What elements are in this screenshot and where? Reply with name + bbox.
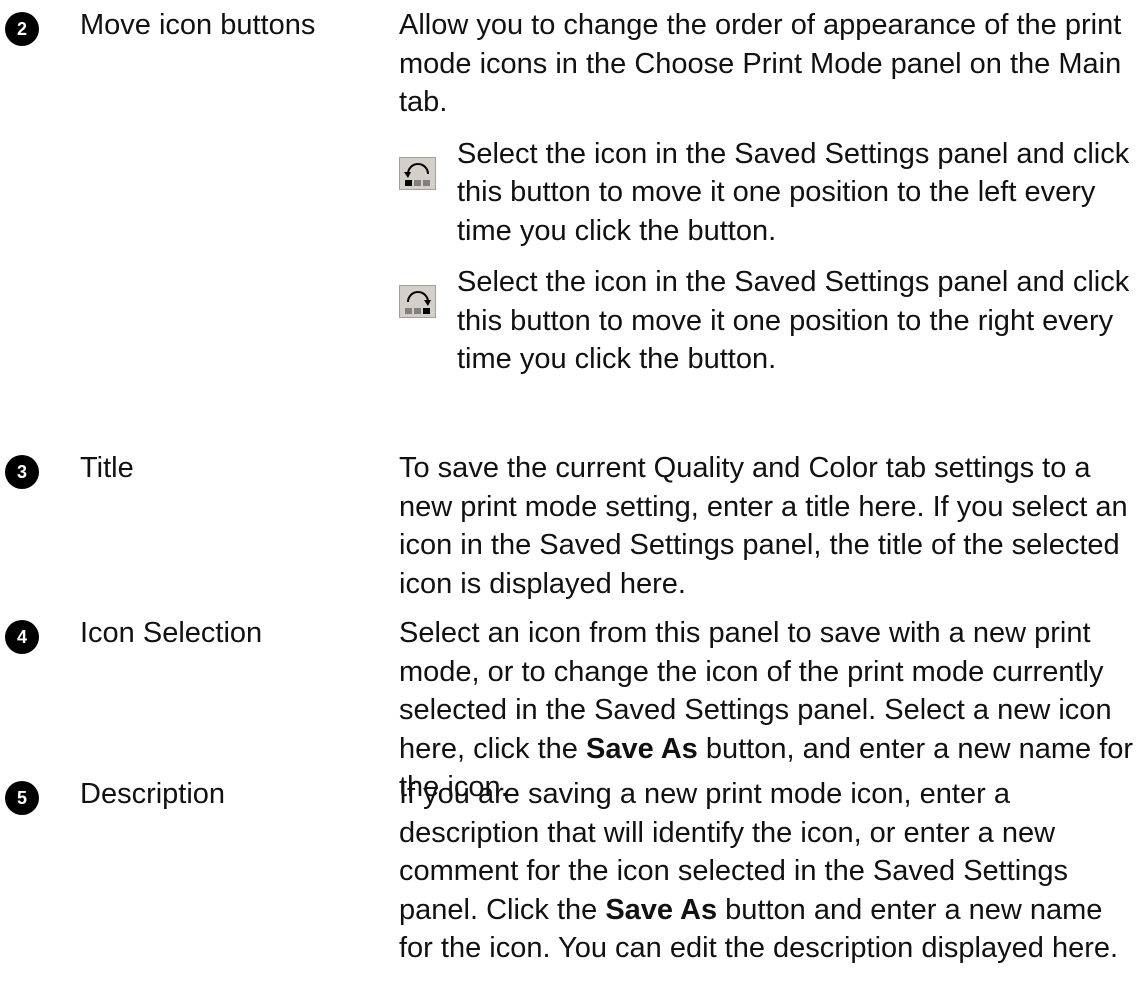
number-badge: 4 — [5, 620, 39, 654]
term-label: Move icon buttons — [80, 9, 316, 41]
number-badge: 3 — [5, 455, 39, 489]
number-badge: 2 — [5, 12, 39, 46]
term-description: If you are saving a new print mode icon,… — [399, 775, 1139, 968]
sub-item-text: Select the icon in the Saved Settings pa… — [457, 137, 1130, 247]
term-description: To save the current Quality and Color ta… — [399, 452, 1128, 600]
sub-item-move-left: Select the icon in the Saved Settings pa… — [399, 135, 1139, 251]
sub-item-move-right: Select the icon in the Saved Settings pa… — [399, 263, 1139, 379]
move-left-icon — [399, 156, 437, 191]
term-label: Icon Selection — [80, 617, 263, 649]
term-label: Description — [80, 778, 226, 810]
number-badge: 5 — [5, 781, 39, 815]
term-description: Allow you to change the order of appeara… — [399, 6, 1139, 379]
term-label: Title — [80, 452, 134, 484]
save-as-label: Save As — [585, 732, 698, 765]
move-right-icon — [399, 285, 437, 319]
save-as-label: Save As — [605, 893, 718, 926]
description-text: Allow you to change the order of appeara… — [399, 9, 1122, 118]
sub-item-text: Select the icon in the Saved Settings pa… — [457, 266, 1130, 375]
